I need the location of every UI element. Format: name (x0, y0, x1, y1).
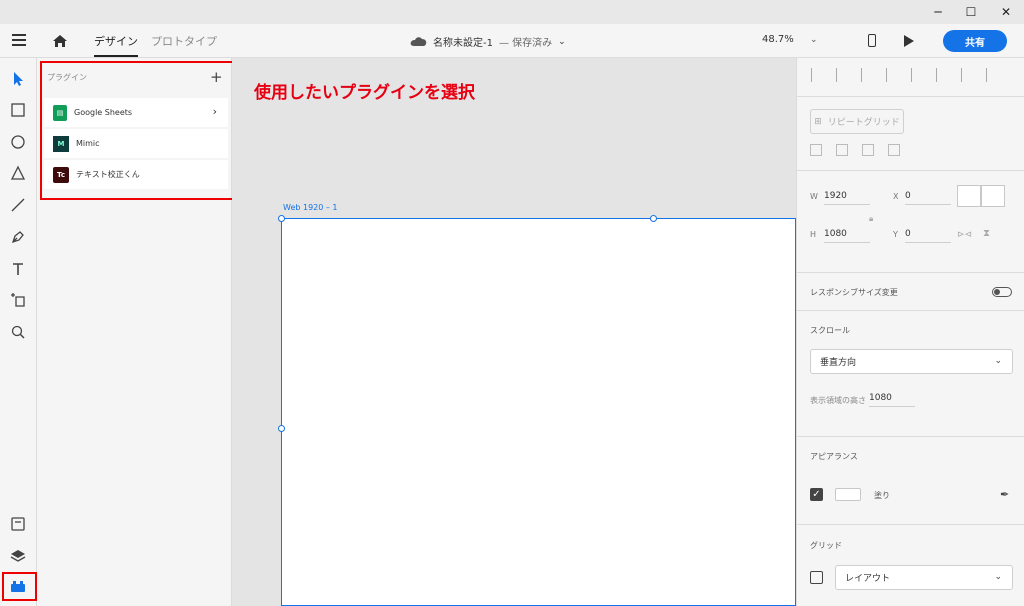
distribute-vertical-icon[interactable] (986, 68, 1000, 82)
scroll-section-title: スクロール (810, 326, 850, 335)
y-label: Y (893, 230, 898, 239)
save-status: — 保存済み (498, 38, 553, 49)
x-field[interactable]: 0 (905, 191, 951, 205)
align-toolbar (811, 68, 1000, 82)
boolean-intersect-icon[interactable] (862, 144, 874, 156)
polygon-tool-icon[interactable] (9, 164, 27, 182)
resize-handle[interactable] (278, 425, 285, 432)
app-header: デザイン プロトタイプ 名称未設定-1 — 保存済み ⌄ 48.7% ⌄ 共有 (0, 24, 1024, 58)
repeat-grid-button[interactable]: ⊞ リピートグリッド (810, 109, 904, 134)
zoom-tool-icon[interactable] (9, 323, 27, 341)
document-name: 名称未設定-1 (433, 38, 493, 49)
grid-checkbox[interactable] (810, 571, 823, 584)
zoom-level[interactable]: 48.7% (762, 34, 794, 45)
layers-icon[interactable] (9, 547, 27, 565)
boolean-add-icon[interactable] (810, 144, 822, 156)
rectangle-tool-icon[interactable] (9, 101, 27, 119)
home-icon[interactable] (52, 33, 68, 49)
align-right-icon[interactable] (961, 68, 975, 82)
align-middle-icon[interactable] (836, 68, 850, 82)
divider (797, 524, 1024, 525)
property-inspector: ⊞ リピートグリッド W 1920 X 0 H 1080 Y 0 🔒︎ ⊳⊲ ⧗… (796, 58, 1024, 606)
boolean-subtract-icon[interactable] (836, 144, 848, 156)
pen-tool-icon[interactable] (9, 228, 27, 246)
x-label: X (893, 192, 899, 201)
device-preview-icon[interactable] (868, 34, 876, 47)
eyedropper-icon[interactable]: ✒ (1000, 488, 1009, 501)
tool-bar (0, 58, 37, 606)
instruction-annotation: 使用したいプラグインを選択 (254, 83, 475, 103)
responsive-resize-label: レスポンシブサイズ変更 (810, 288, 898, 297)
viewport-height-field[interactable]: 1080 (869, 393, 915, 407)
text-tool-icon[interactable] (9, 260, 27, 278)
distribute-horizontal-icon[interactable] (886, 68, 900, 82)
zoom-chevron-icon[interactable]: ⌄ (810, 35, 818, 45)
flip-vertical-icon[interactable]: ⧗ (983, 228, 990, 239)
responsive-size-icon[interactable] (981, 185, 1005, 207)
fill-color-swatch[interactable] (835, 488, 861, 501)
fixed-size-icon[interactable] (957, 185, 981, 207)
tab-design[interactable]: デザイン (94, 33, 138, 57)
ellipse-tool-icon[interactable] (9, 133, 27, 151)
fill-label: 塗り (874, 491, 890, 500)
artboard[interactable] (281, 218, 796, 606)
divider (797, 310, 1024, 311)
select-tool-icon[interactable] (9, 70, 27, 88)
assets-icon[interactable] (9, 515, 27, 533)
grid-section-title: グリッド (810, 541, 842, 550)
minimize-button[interactable]: ─ (920, 0, 956, 24)
title-bar: ─ ☐ ✕ (0, 0, 1024, 24)
appearance-section-title: アピアランス (810, 452, 858, 461)
y-field[interactable]: 0 (905, 229, 951, 243)
resize-handle[interactable] (650, 215, 657, 222)
divider (797, 272, 1024, 273)
divider (797, 436, 1024, 437)
chevron-down-icon: ⌄ (558, 36, 566, 47)
align-bottom-icon[interactable] (861, 68, 875, 82)
viewport-height-label: 表示領域の高さ (810, 396, 866, 405)
artboard-tool-icon[interactable] (9, 291, 27, 309)
boolean-exclude-icon[interactable] (888, 144, 900, 156)
width-field[interactable]: 1920 (824, 191, 870, 205)
scroll-direction-value: 垂直方向 (820, 358, 857, 368)
fill-checkbox[interactable]: ✓ (810, 488, 823, 501)
width-label: W (810, 192, 818, 201)
boolean-operations (810, 144, 900, 156)
cloud-icon (410, 37, 427, 46)
plugins-highlight-box (2, 572, 37, 601)
tab-prototype[interactable]: プロトタイプ (151, 33, 217, 49)
plugin-list-highlight-box (40, 61, 241, 200)
chevron-down-icon: ⌄ (994, 356, 1002, 366)
grid-type-value: レイアウト (845, 574, 891, 584)
grid-type-select[interactable]: レイアウト ⌄ (835, 565, 1013, 590)
height-field[interactable]: 1080 (824, 229, 870, 243)
height-label: H (810, 230, 817, 239)
menu-icon[interactable] (12, 34, 26, 46)
repeat-grid-label: リピートグリッド (827, 118, 900, 128)
share-button[interactable]: 共有 (943, 30, 1007, 52)
align-top-icon[interactable] (811, 68, 825, 82)
responsive-resize-toggle[interactable] (992, 287, 1012, 297)
maximize-button[interactable]: ☐ (953, 0, 989, 24)
play-icon[interactable] (904, 35, 914, 47)
chevron-down-icon: ⌄ (994, 572, 1002, 582)
align-center-icon[interactable] (936, 68, 950, 82)
align-left-icon[interactable] (911, 68, 925, 82)
flip-horizontal-icon[interactable]: ⊳⊲ (957, 230, 972, 240)
resize-handle[interactable] (278, 215, 285, 222)
document-title[interactable]: 名称未設定-1 — 保存済み ⌄ (410, 34, 566, 49)
artboard-label[interactable]: Web 1920 – 1 (283, 203, 338, 212)
close-button[interactable]: ✕ (988, 0, 1024, 24)
lock-aspect-icon[interactable]: 🔒︎ (869, 214, 873, 224)
divider (797, 170, 1024, 171)
line-tool-icon[interactable] (9, 196, 27, 214)
scroll-direction-select[interactable]: 垂直方向 ⌄ (810, 349, 1013, 374)
grid-icon: ⊞ (814, 116, 822, 127)
divider (797, 96, 1024, 97)
